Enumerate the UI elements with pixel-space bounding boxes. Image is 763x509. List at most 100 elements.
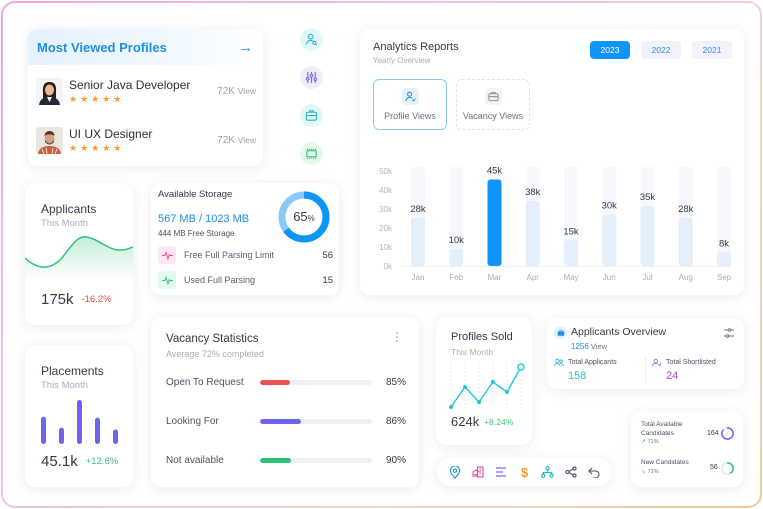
vacancy-percent: 86%	[385, 416, 406, 427]
share-icon[interactable]	[562, 463, 580, 481]
candidate-trend: ↘ 71%	[641, 469, 659, 475]
profile-name: Senior Java Developer	[69, 78, 191, 92]
vacancy-row: Open To Request 85%	[166, 377, 406, 388]
x-tick-label: Feb	[449, 273, 463, 282]
applicants-card: Applicants This Month 175k -16.2%	[25, 183, 133, 325]
dashboard-frame: Most Viewed Profiles → Senior Java Devel…	[1, 1, 762, 508]
sold-point	[491, 380, 495, 384]
x-tick-label: Jun	[603, 273, 616, 282]
applicants-change: -16.2%	[81, 294, 112, 305]
card-subtitle: Average 72% completed	[166, 349, 264, 359]
candidates-card: Total Available Candidates ↗ 71% 164 New C…	[631, 411, 743, 487]
tab-label: Profile Views	[384, 111, 436, 121]
undo-icon[interactable]	[585, 463, 603, 481]
arrow-right-icon[interactable]: →	[238, 39, 253, 56]
placement-bar	[59, 427, 64, 444]
applicants-trend-chart	[25, 236, 133, 281]
storage-row-label: Used Full Parsing	[184, 275, 256, 285]
bar-data-label: 35k	[640, 192, 656, 203]
x-tick-label: Apr	[527, 273, 540, 282]
x-tick-label: Aug	[679, 273, 693, 282]
building-icon[interactable]	[469, 463, 487, 481]
x-tick-label: May	[563, 273, 578, 282]
applicants-value: 175k	[41, 291, 74, 308]
align-left-icon[interactable]	[492, 463, 510, 481]
sold-point	[449, 405, 453, 409]
sold-point	[517, 363, 525, 371]
user-check-icon	[401, 88, 419, 105]
profile-item[interactable]: Senior Java Developer ★★★★★ 72K View	[36, 78, 256, 105]
tab-vacancy-views[interactable]: Vacancy Views	[456, 79, 530, 130]
profile-item[interactable]: UI UX Designer ★★★★★ 72K View	[36, 127, 256, 154]
bar-feb	[449, 248, 464, 266]
year-2022-button[interactable]: 2022	[641, 41, 681, 59]
trend-area	[25, 236, 133, 281]
x-tick-label: Jul	[642, 273, 652, 282]
bar-track	[717, 167, 731, 266]
pulse-icon	[158, 271, 176, 289]
applicants-overview-card: Applicants Overview 1256 View Total Appl…	[547, 318, 744, 389]
sold-point	[477, 400, 481, 404]
candidate-ring	[721, 427, 734, 440]
analytics-reports-card: Analytics Reports Yearly Overview 2023 2…	[360, 29, 744, 295]
storage-row-label: Free Full Parsing Limit	[184, 250, 275, 260]
bar-data-label: 38k	[525, 187, 541, 198]
hierarchy-icon[interactable]	[539, 463, 557, 481]
storage-row-value: 15	[322, 274, 333, 286]
bar-mar	[487, 179, 502, 266]
y-tick-label: 10k	[379, 243, 393, 252]
user-check-icon	[652, 358, 662, 367]
divider	[645, 356, 646, 382]
more-vertical-icon[interactable]: ⋮	[391, 331, 403, 343]
total-applicants-value: 158	[568, 370, 587, 382]
storage-percent: 65%	[293, 209, 315, 224]
placement-bar	[41, 416, 46, 444]
candidate-ring	[721, 462, 734, 475]
y-tick-label: 40k	[379, 186, 393, 195]
dollar-icon[interactable]: $	[515, 463, 533, 481]
vacancy-statistics-card: Vacancy Statistics Average 72% completed…	[151, 317, 419, 487]
year-2023-button[interactable]: 2023	[590, 41, 630, 59]
avatar	[36, 127, 63, 154]
filter-icon[interactable]	[723, 326, 735, 344]
bar-chart: 0k 10k 20k 30k 40k 50k 28k Jan 10k Feb 45k Mar 38k Ap…	[379, 166, 732, 282]
sold-point	[463, 385, 467, 389]
star-rating: ★★★★★	[69, 94, 125, 104]
tab-profile-views[interactable]: Profile Views	[373, 79, 447, 130]
sliders-icon[interactable]	[300, 66, 323, 89]
storage-row-value: 56	[322, 249, 333, 261]
year-2021-button[interactable]: 2021	[692, 41, 732, 59]
placement-bar	[95, 417, 100, 444]
briefcase-icon[interactable]	[300, 104, 323, 127]
location-pin-icon[interactable]	[446, 463, 464, 481]
profile-views: 72K View	[217, 135, 256, 146]
total-applicants-label-row: Total Applicants	[554, 358, 617, 367]
candidate-value: 164	[707, 430, 719, 437]
vacancy-label: Not available	[166, 455, 224, 466]
bar-jul	[640, 206, 655, 266]
user-search-icon[interactable]	[300, 28, 323, 51]
vacancy-progress-fill	[260, 380, 291, 385]
briefcase-icon	[484, 88, 502, 105]
card-title: Placements	[41, 364, 104, 378]
vacancy-progress-fill	[260, 458, 292, 463]
y-tick-label: 0k	[384, 262, 393, 271]
pulse-icon	[158, 246, 176, 264]
candidate-label: Total Available Candidates	[641, 421, 683, 437]
placements-change: +12.6%	[85, 456, 119, 467]
x-tick-label: Mar	[488, 273, 502, 282]
sold-line	[450, 366, 522, 408]
bar-sep	[717, 252, 731, 266]
card-icon[interactable]	[300, 142, 323, 165]
storage-row: Free Full Parsing Limit 56	[158, 246, 333, 264]
total-shortlisted-label-row: Total Shortlisted	[652, 358, 716, 367]
candidate-value: 56	[710, 464, 718, 471]
profiles-sold-line-chart	[449, 363, 525, 411]
ring-fill	[721, 427, 734, 440]
vacancy-label: Open To Request	[166, 377, 244, 388]
most-viewed-profiles-card: Most Viewed Profiles → Senior Java Devel…	[28, 29, 263, 166]
y-tick-label: 50k	[379, 167, 393, 176]
profile-name: UI UX Designer	[69, 127, 153, 141]
bar-data-label: 28k	[678, 204, 694, 215]
y-tick-label: 30k	[379, 205, 393, 214]
